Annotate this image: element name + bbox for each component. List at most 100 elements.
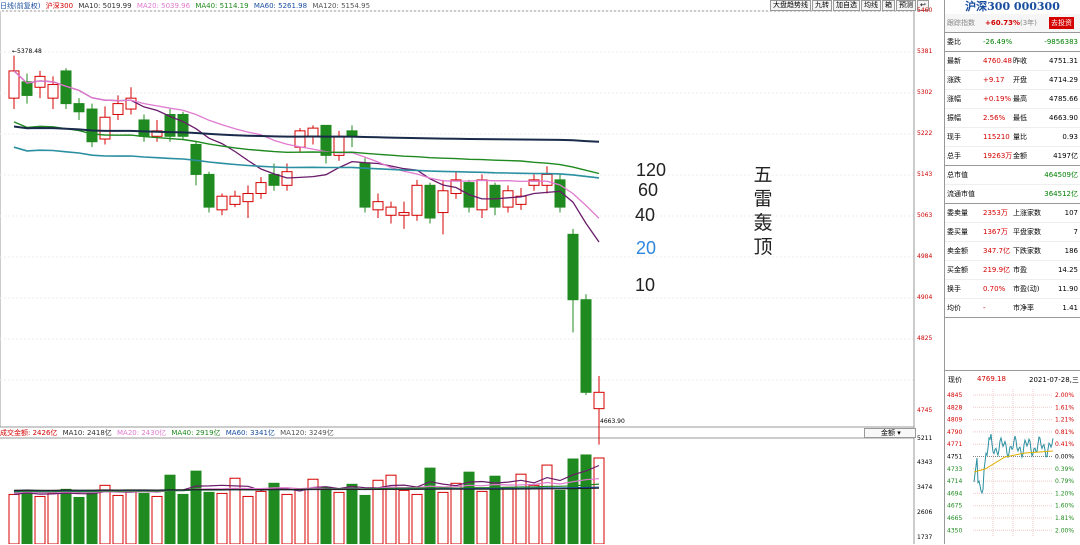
vlegend-ma40: MA40: 2919亿 bbox=[171, 429, 221, 437]
volume-bar bbox=[34, 495, 46, 544]
mini-right-tick: 1.61% bbox=[1055, 404, 1074, 411]
ma20-tag: 20 bbox=[636, 238, 657, 258]
mini-right-tick: 2.00% bbox=[1055, 527, 1074, 534]
quote-label: 市盈(动) bbox=[1013, 285, 1040, 293]
candle-body bbox=[86, 108, 98, 143]
price-tick: 5460 bbox=[917, 7, 933, 14]
candle-body bbox=[346, 130, 358, 137]
toolbar-ma[interactable]: 均线 bbox=[861, 0, 881, 11]
candle-body bbox=[307, 127, 319, 137]
quote-label: 委卖量 bbox=[947, 209, 968, 217]
candle-body bbox=[294, 130, 306, 148]
quote-row: 振幅 2.56% 最低 4663.90 bbox=[945, 109, 1080, 128]
mini-left-tick: 4694 bbox=[947, 490, 962, 497]
mini-right-tick: 0.81% bbox=[1055, 429, 1074, 436]
toolbar-trend[interactable]: 大盘趋势线 bbox=[770, 0, 811, 11]
quote-value: 115210 bbox=[983, 133, 1010, 141]
volume-bar bbox=[151, 495, 163, 544]
volume-bar bbox=[424, 467, 436, 544]
kline-chart[interactable] bbox=[0, 0, 944, 544]
quote-value: 4663.90 bbox=[1049, 114, 1078, 122]
quote-row: 总市值 464509亿 bbox=[945, 166, 1080, 185]
low-annotation: 4663.90 bbox=[600, 418, 625, 425]
annotation-text: 五 雷 轰 顶 bbox=[752, 163, 774, 259]
quote-row: 均价 - 市净率 1.41 bbox=[945, 299, 1080, 318]
volume-bar bbox=[86, 491, 98, 544]
panel-title: 沪深300 000300 bbox=[965, 0, 1060, 13]
mini-left-tick: 4675 bbox=[947, 503, 962, 510]
price-tick: 4904 bbox=[917, 294, 933, 301]
mini-right-tick: 1.60% bbox=[1055, 503, 1074, 510]
quote-label: 均价 bbox=[947, 304, 961, 312]
volume-bar bbox=[411, 493, 423, 544]
volume-bar bbox=[580, 454, 592, 544]
mini-left-tick: 4809 bbox=[947, 417, 962, 424]
candle-body bbox=[47, 84, 59, 99]
candle-body bbox=[242, 192, 254, 203]
quote-row: 最新 4760.48 昨收 4751.31 bbox=[945, 52, 1080, 71]
toolbar-nine[interactable]: 九转 bbox=[812, 0, 832, 11]
candle-body bbox=[398, 212, 410, 216]
track-period: (3年) bbox=[1020, 19, 1037, 27]
candle-body bbox=[359, 163, 371, 208]
volume-bar bbox=[47, 492, 59, 544]
mini-right-tick: 1.81% bbox=[1055, 515, 1074, 522]
price-tick: 5222 bbox=[917, 130, 933, 137]
quote-value: -26.49% bbox=[983, 38, 1013, 46]
toolbar-add[interactable]: 加自选 bbox=[833, 0, 860, 11]
candle-body bbox=[203, 173, 215, 208]
volume-bar bbox=[502, 486, 514, 544]
quote-label: 委买量 bbox=[947, 228, 968, 236]
toolbar-forecast[interactable]: 预测 bbox=[896, 0, 916, 11]
annotation-char: 雷 bbox=[753, 188, 773, 210]
quote-label: 卖金额 bbox=[947, 247, 968, 255]
quote-row: 委比 -26.49% -9856383 bbox=[945, 33, 1080, 52]
quote-value: 19263万 bbox=[983, 152, 1013, 160]
volume-bar bbox=[476, 490, 488, 544]
vlegend-ma10: MA10: 2418亿 bbox=[62, 429, 112, 437]
mini-left-tick: 4714 bbox=[947, 478, 962, 485]
mini-date: 2021-07-28,三 bbox=[1029, 376, 1079, 384]
annotation-char: 顶 bbox=[753, 236, 773, 258]
toolbar-box[interactable]: 箱 bbox=[882, 0, 895, 11]
volume-bar bbox=[112, 494, 124, 544]
mini-left-tick: 4350 bbox=[947, 527, 962, 534]
mini-chart: 现价 4769.18 2021-07-28,三 4845 2.00% 4828 1.6… bbox=[945, 370, 1080, 544]
legend-ma20: MA20: 5039.96 bbox=[136, 2, 191, 10]
mini-left-tick: 4733 bbox=[947, 466, 962, 473]
price-tick: 4984 bbox=[917, 253, 933, 260]
quote-label: 平盘家数 bbox=[1013, 228, 1041, 236]
volume-bar bbox=[450, 482, 462, 544]
vol-tick: 3474 bbox=[917, 484, 933, 491]
mini-right-tick: 0.79% bbox=[1055, 478, 1074, 485]
quote-value: 1367万 bbox=[983, 228, 1008, 236]
volume-mode-select[interactable]: 金额 ▾ bbox=[864, 428, 916, 438]
quote-label: 最高 bbox=[1013, 95, 1027, 103]
price-pane-border bbox=[0, 10, 915, 428]
mini-right-tick: 0.00% bbox=[1055, 454, 1074, 461]
price-tick: 4825 bbox=[917, 335, 933, 342]
volume-bar bbox=[554, 489, 566, 544]
quote-row: 买金额 219.9亿 市盈 14.25 bbox=[945, 261, 1080, 280]
ma10-tag: 10 bbox=[635, 275, 656, 295]
price-tick: 5143 bbox=[917, 171, 933, 178]
candle-body bbox=[73, 103, 85, 113]
volume-bar bbox=[125, 489, 137, 544]
candle-body bbox=[268, 173, 280, 186]
vlegend-ma20: MA20: 2430亿 bbox=[117, 429, 167, 437]
volume-bar bbox=[203, 491, 215, 544]
quote-row: 换手 0.70% 市盈(动) 11.90 bbox=[945, 280, 1080, 299]
candle-body bbox=[385, 206, 397, 216]
quote-row: 涨幅 +0.19% 最高 4785.66 bbox=[945, 90, 1080, 109]
quote-label: 流通市值 bbox=[947, 190, 975, 198]
volume-bar bbox=[593, 457, 605, 544]
vlegend-ma120: MA120: 3249亿 bbox=[280, 429, 334, 437]
quote-row: 卖金额 347.7亿 下跌家数 186 bbox=[945, 242, 1080, 261]
candle-body bbox=[229, 195, 241, 205]
quote-row: 委卖量 2353万 上涨家数 107 bbox=[945, 204, 1080, 223]
volume-legend: 成交金额: 2426亿 MA10: 2418亿 MA20: 2430亿 MA40… bbox=[0, 428, 337, 438]
invest-button[interactable]: 去投资 bbox=[1049, 17, 1074, 29]
vol-tick: 5211 bbox=[917, 435, 933, 442]
track-label: 跟踪指数 bbox=[947, 19, 975, 27]
vol-tick: 2606 bbox=[917, 509, 933, 516]
